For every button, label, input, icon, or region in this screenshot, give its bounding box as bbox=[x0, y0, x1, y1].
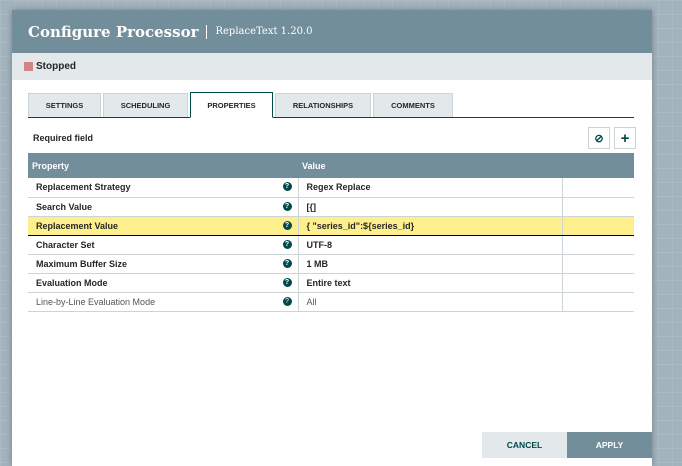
property-label: Search Value bbox=[36, 201, 93, 212]
property-value[interactable]: [{] bbox=[297, 197, 562, 217]
property-actions bbox=[561, 273, 634, 293]
check-circle-icon: ⊘ bbox=[594, 132, 604, 145]
dialog-title: Configure Processor bbox=[28, 22, 199, 41]
table-row[interactable]: Search Value?[{] bbox=[28, 197, 634, 217]
tab-bar: SETTINGS SCHEDULING PROPERTIES RELATIONS… bbox=[28, 92, 634, 118]
dialog-header: Configure Processor ReplaceText 1.20.0 bbox=[12, 10, 652, 53]
property-name: Replacement Value? bbox=[28, 215, 298, 236]
property-value[interactable]: UTF-8 bbox=[297, 235, 562, 255]
tab-scheduling[interactable]: SCHEDULING bbox=[103, 93, 188, 117]
tab-settings[interactable]: SETTINGS bbox=[28, 93, 101, 117]
property-name: Line-by-Line Evaluation Mode? bbox=[28, 292, 298, 312]
plus-icon: + bbox=[620, 129, 630, 147]
table-row[interactable]: Maximum Buffer Size? 1 MB bbox=[28, 254, 634, 274]
property-actions bbox=[561, 254, 634, 274]
divider bbox=[206, 24, 208, 39]
cancel-button[interactable]: CANCEL bbox=[482, 432, 567, 458]
property-value[interactable]: All bbox=[297, 292, 562, 312]
help-icon[interactable]: ? bbox=[282, 182, 292, 192]
stopped-icon bbox=[24, 62, 33, 71]
property-actions bbox=[561, 197, 634, 217]
property-name: Evaluation Mode? bbox=[28, 273, 298, 293]
apply-button[interactable]: APPLY bbox=[567, 432, 652, 458]
help-icon[interactable]: ? bbox=[282, 258, 292, 268]
table-row[interactable]: Line-by-Line Evaluation Mode? All bbox=[28, 292, 634, 312]
property-name: Replacement Strategy? bbox=[28, 178, 298, 198]
property-actions bbox=[561, 215, 634, 236]
required-field-label: Required field bbox=[33, 133, 94, 143]
property-value[interactable]: { "series_id":${series_id} bbox=[297, 215, 562, 236]
configure-processor-dialog: Configure Processor ReplaceText 1.20.0 S… bbox=[12, 10, 652, 466]
help-icon[interactable]: ? bbox=[282, 296, 292, 306]
property-name: Search Value? bbox=[28, 197, 298, 217]
property-label: Line-by-Line Evaluation Mode bbox=[36, 296, 156, 307]
column-header-value: Value bbox=[298, 153, 634, 178]
status-label: Stopped bbox=[36, 61, 76, 72]
table-row[interactable]: Replacement Value?{ "series_id":${series… bbox=[28, 215, 634, 236]
property-name: Character Set? bbox=[28, 235, 298, 255]
property-value[interactable]: Regex Replace bbox=[297, 178, 562, 198]
table-row[interactable]: Evaluation Mode? Entire text bbox=[28, 273, 634, 293]
property-value[interactable]: Entire text bbox=[297, 273, 562, 293]
help-icon[interactable]: ? bbox=[282, 277, 292, 287]
table-row[interactable]: Replacement Strategy? Regex Replace bbox=[28, 178, 634, 198]
add-property-button[interactable]: + bbox=[614, 127, 636, 149]
column-header-property: Property bbox=[28, 153, 298, 178]
tab-properties[interactable]: PROPERTIES bbox=[190, 92, 273, 118]
property-label: Replacement Value bbox=[36, 220, 119, 231]
help-icon[interactable]: ? bbox=[282, 201, 292, 211]
property-label: Evaluation Mode bbox=[36, 277, 108, 288]
property-label: Maximum Buffer Size bbox=[36, 258, 128, 269]
property-actions bbox=[561, 235, 634, 255]
processor-type: ReplaceText 1.20.0 bbox=[215, 26, 313, 37]
property-label: Character Set bbox=[36, 239, 95, 250]
property-value[interactable]: 1 MB bbox=[297, 254, 562, 274]
property-name: Maximum Buffer Size? bbox=[28, 254, 298, 274]
property-actions bbox=[561, 178, 634, 198]
tab-relationships[interactable]: RELATIONSHIPS bbox=[275, 93, 371, 117]
help-icon[interactable]: ? bbox=[282, 220, 292, 230]
property-label: Replacement Strategy bbox=[36, 182, 131, 193]
property-actions bbox=[561, 292, 634, 312]
table-row[interactable]: Character Set? UTF-8 bbox=[28, 235, 634, 255]
status-bar: Stopped bbox=[12, 53, 652, 80]
tab-comments[interactable]: COMMENTS bbox=[373, 93, 453, 117]
help-icon[interactable]: ? bbox=[282, 239, 292, 249]
properties-table: Property Value Replacement Strategy? Rege… bbox=[28, 153, 634, 312]
verify-properties-button[interactable]: ⊘ bbox=[588, 127, 610, 149]
